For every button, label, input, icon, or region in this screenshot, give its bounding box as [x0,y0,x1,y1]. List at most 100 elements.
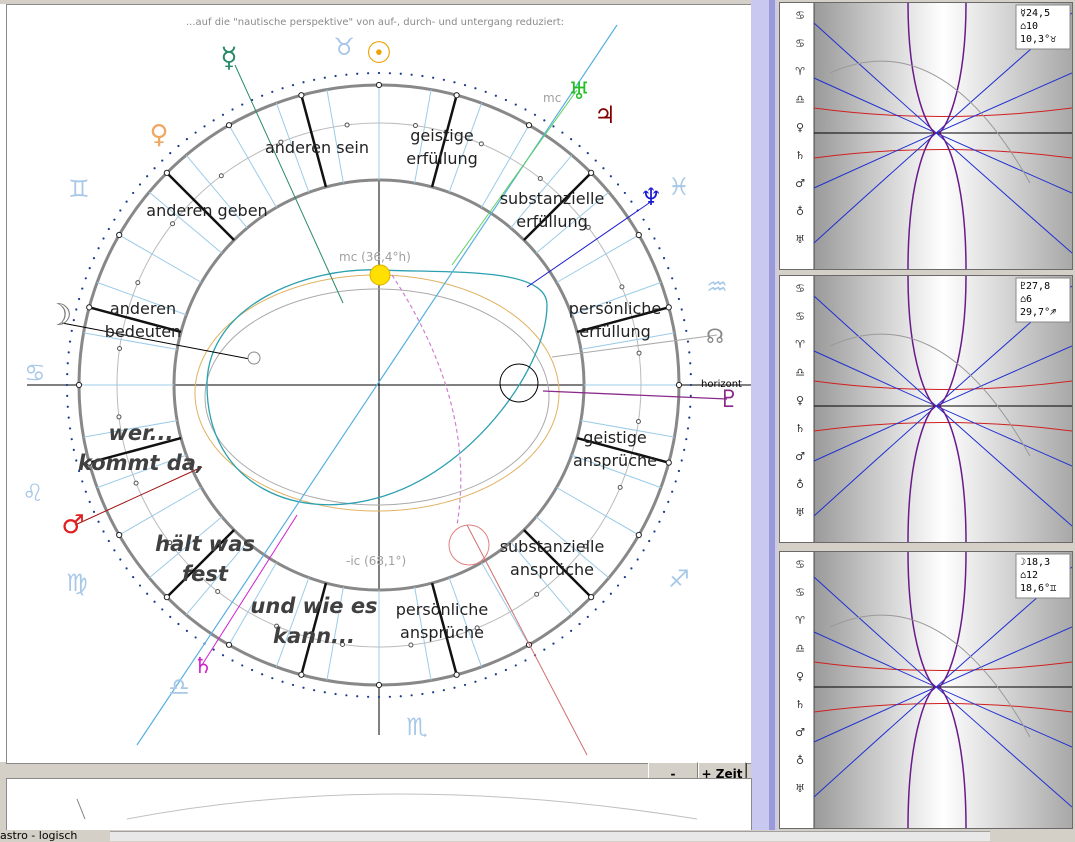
outer-dot [281,680,284,683]
house-label-12-line1: persönliche [569,299,662,318]
lower-panel[interactable] [6,778,752,832]
outer-dot [689,362,692,365]
panel-sidebar-glyph: ♁ [796,754,804,767]
ring-node [170,221,176,227]
outer-dot [356,72,359,75]
house-label-11-line2: erfüllung [516,212,588,231]
house-label-7-line2: bedeuten [105,322,181,341]
panel-sidebar-glyph: ♎ [795,93,805,106]
outer-dot [66,373,69,376]
panel-sidebar-glyph: ♅ [795,506,805,519]
outer-dot [474,87,477,90]
ring-node [635,231,642,239]
house-label-3-line2: ansprüche [510,560,594,579]
outer-dot [674,480,677,483]
panel-sidebar-glyph: ♄ [795,149,805,162]
outer-dot [68,340,72,343]
outer-dot [561,636,564,639]
outer-dot [630,200,633,203]
outer-dot [399,72,402,75]
mc-label: mc (36,4°h) [339,250,411,264]
panel-sidebar-glyph: ♀ [796,394,804,407]
house-label-10-line2: erfüllung [406,149,478,168]
outer-dot [67,416,70,419]
orange-ellipse [194,274,560,512]
ring-node [117,346,123,352]
outer-dot [504,98,508,102]
outer-dot [658,520,661,523]
panel-sidebar-glyph: ♋ [795,9,805,22]
ring-node [133,480,139,486]
outer-dot [578,622,581,626]
outer-dot [388,72,391,75]
outer-dot [367,695,370,698]
chart-panel[interactable]: ...auf die "nautische perspektive" von a… [6,4,752,764]
statement-3-line2: kann... [273,624,355,648]
outer-dot [609,175,612,178]
outer-dot [271,677,274,680]
ring-node [298,671,305,678]
outer-dot [302,81,305,84]
outer-dot [119,558,122,561]
outer-dot [578,144,581,148]
outer-dot [92,256,96,260]
statement-1-line2: kommt da, [78,451,204,475]
outer-dot [221,113,225,116]
lower-panel-curve [76,793,698,820]
outer-dot [688,416,691,419]
outer-dot [514,664,517,667]
outer-dot [68,427,72,430]
planet-panel-pluto[interactable]: ♇27,8 ⌂6 29,7°♐ ♋ ♋ ♈ ♎ ♀ ♄ ♂ ♁ ♅ [779,275,1073,543]
outer-dot [107,539,110,543]
ring-node [408,642,414,648]
panel-sidebar-glyph: ♋ [795,586,805,599]
panel-sidebar-glyph: ♀ [796,670,804,683]
statement-2-line1: hält was [155,532,255,556]
outer-dot [671,277,674,280]
outer-dot [463,683,467,687]
libra-glyph: ♎ [168,673,190,701]
outer-dot [72,319,75,322]
mercury-glyph: ☿ [220,41,237,74]
outer-dot [623,575,626,579]
panel-sidebar-glyph: ♋ [795,282,805,295]
outer-dot [399,695,402,698]
outer-dot [102,530,105,533]
outer-dot [686,427,690,430]
outer-dot [212,648,215,651]
outer-dot [345,73,348,76]
planet-panel-moon[interactable]: ☽18,3 ⌂12 18,6°♊ ♋ ♋ ♈ ♎ ♀ ♄ ♂ ♁ ♅ [779,551,1073,829]
taurus-glyph: ♉ [333,33,355,61]
outer-dot [689,394,692,397]
outer-dot [88,267,91,270]
outer-dot [602,600,605,603]
outer-dot [674,287,677,290]
moon-glyph: ☽ [46,298,73,333]
outer-dot [533,113,537,116]
planet-panel-mercury[interactable]: ☿24,5 ⌂10 10,3°♉ ♋ ♋ ♈ ♎ ♀ ♄ ♂ ♁ ♅ [779,2,1073,270]
ring-node [135,280,141,286]
outer-dot [119,209,122,212]
outer-dot [653,530,656,533]
outer-dot [66,362,69,365]
outer-dot [648,227,651,231]
ring-node [86,304,93,311]
focus-circle [499,363,539,403]
outer-dot [212,119,215,122]
outer-dot [677,297,681,301]
outer-dot [689,405,692,408]
outer-dot [261,673,264,676]
outer-dot [474,680,477,683]
outer-dot [680,308,683,311]
planet-panel-mercury-plot: ☿24,5 ⌂10 10,3°♉ ♋ ♋ ♈ ♎ ♀ ♄ ♂ ♁ ♅ [780,3,1072,269]
outer-dot [524,659,527,662]
outer-dot [514,103,517,106]
panel-sidebar-glyph: ♄ [795,698,805,711]
house-label-11-line1: substanzielle [500,189,605,208]
outer-dot [138,183,142,186]
ring-node [635,531,642,539]
house-label-10-line1: geistige [410,126,474,145]
tab-astro-logisch[interactable]: astro - logisch [0,829,77,842]
horoscope-chart[interactable]: ...auf die "nautische perspektive" von a… [7,5,751,763]
outer-dot [662,510,666,514]
